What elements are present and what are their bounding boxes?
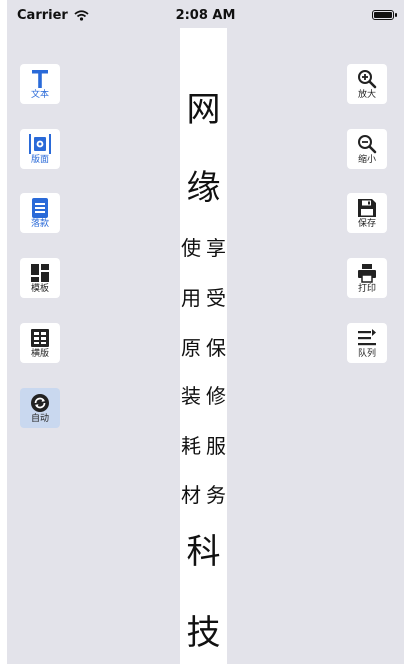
queue-button[interactable]: 队列	[347, 323, 387, 363]
save-icon	[358, 198, 376, 217]
auto-button[interactable]: 自动	[20, 388, 60, 428]
text-char: 材	[181, 483, 201, 507]
text-row: 用 受	[180, 288, 227, 308]
queue-button-label: 队列	[357, 348, 376, 359]
text-row: 原 保	[180, 338, 227, 358]
template-grid-icon	[31, 263, 49, 282]
text-row: 耗 服	[180, 436, 227, 456]
horizontal-layout-button[interactable]: 横版	[20, 323, 60, 363]
text-row: 材 务	[180, 485, 227, 505]
save-button-label: 保存	[357, 218, 376, 229]
text-char: 用	[181, 286, 201, 310]
print-button-label: 打印	[357, 283, 376, 294]
text-row: 装 修	[180, 386, 227, 406]
app-screen: Carrier 2:08 AM 网 缘 使 享 用 受 原 保 装 修 耗 服 …	[7, 0, 404, 664]
signature-button[interactable]: 落款	[20, 193, 60, 233]
signature-button-label: 落款	[30, 218, 49, 229]
horizontal-layout-icon	[31, 328, 49, 347]
save-button[interactable]: 保存	[347, 193, 387, 233]
text-icon	[32, 69, 48, 88]
auto-button-label: 自动	[30, 413, 49, 424]
zoom-in-button-label: 放大	[357, 89, 376, 100]
auto-refresh-icon	[31, 393, 49, 412]
zoom-in-icon	[358, 69, 377, 88]
status-bar: Carrier 2:08 AM	[7, 0, 404, 30]
print-button[interactable]: 打印	[347, 258, 387, 298]
text-char: 受	[206, 286, 226, 310]
text-button[interactable]: 文本	[20, 64, 60, 104]
text-button-label: 文本	[30, 89, 49, 100]
zoom-in-button[interactable]: 放大	[347, 64, 387, 104]
text-char: 保	[206, 336, 226, 360]
battery-icon	[372, 10, 397, 20]
text-row: 使 享	[180, 238, 227, 258]
zoom-out-icon	[358, 134, 377, 153]
text-char: 原	[181, 336, 201, 360]
queue-icon	[358, 328, 376, 345]
zoom-out-button-label: 缩小	[357, 154, 376, 165]
layout-gear-icon	[29, 133, 51, 154]
template-button[interactable]: 模板	[20, 258, 60, 298]
text-char: 装	[181, 384, 201, 408]
footer-char: 科	[186, 532, 221, 572]
text-char: 服	[206, 434, 226, 458]
text-char: 耗	[181, 434, 201, 458]
title-char: 网	[186, 90, 221, 130]
text-char: 修	[206, 384, 226, 408]
text-char: 使	[181, 236, 201, 260]
calligraphy-canvas[interactable]: 网 缘 使 享 用 受 原 保 装 修 耗 服 材 务 科 技	[180, 28, 227, 664]
horizontal-layout-button-label: 横版	[30, 348, 49, 359]
zoom-out-button[interactable]: 缩小	[347, 129, 387, 169]
template-button-label: 模板	[30, 283, 49, 294]
text-char: 享	[206, 236, 226, 260]
layout-button-label: 版面	[30, 154, 49, 165]
status-time: 2:08 AM	[175, 8, 236, 23]
text-char: 务	[206, 483, 226, 507]
print-icon	[358, 263, 376, 283]
signature-doc-icon	[32, 197, 48, 218]
footer-char: 技	[186, 613, 221, 653]
layout-button[interactable]: 版面	[20, 129, 60, 169]
title-char: 缘	[186, 168, 221, 208]
